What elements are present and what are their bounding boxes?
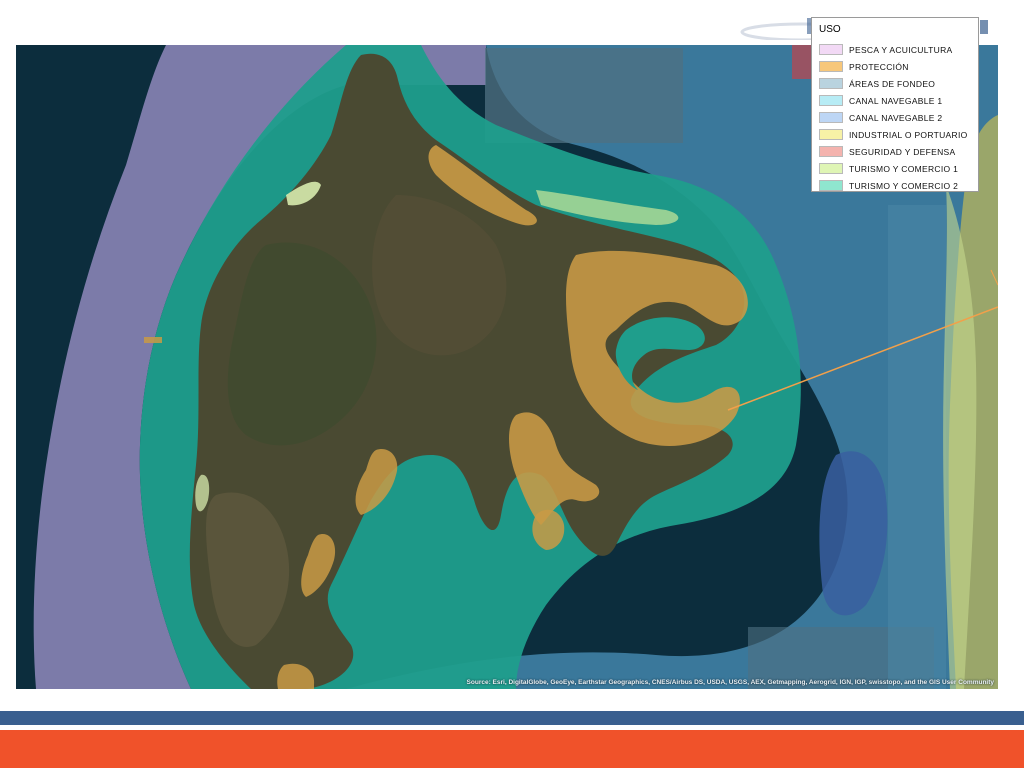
legend-title: USO	[819, 24, 841, 35]
footer-band-orange	[0, 730, 1024, 768]
map-attribution: Source: Esri, DigitalGlobe, GeoEye, Eart…	[466, 679, 994, 686]
legend-label: CANAL NAVEGABLE 2	[849, 112, 943, 123]
legend-swatch	[819, 44, 843, 55]
legend-label: TURISMO Y COMERCIO 2	[849, 180, 959, 191]
legend-swatch	[819, 180, 843, 191]
legend-item: CANAL NAVEGABLE 1	[819, 92, 978, 109]
legend-label: PROTECCIÓN	[849, 61, 909, 72]
legend-list: PESCA Y ACUICULTURA PROTECCIÓN ÁREAS DE FO…	[819, 41, 978, 194]
legend-label: TURISMO Y COMERCIO 1	[849, 163, 959, 174]
legend-swatch	[819, 163, 843, 174]
legend-swatch	[819, 146, 843, 157]
legend-item: SEGURIDAD Y DEFENSA	[819, 143, 978, 160]
legend-label: SEGURIDAD Y DEFENSA	[849, 146, 956, 157]
legend-item: CANAL NAVEGABLE 2	[819, 109, 978, 126]
legend-item: INDUSTRIAL O PORTUARIO	[819, 126, 978, 143]
legend-item: PESCA Y ACUICULTURA	[819, 41, 978, 58]
legend-swatch	[819, 78, 843, 89]
legend-swatch	[819, 95, 843, 106]
legend-item: TURISMO Y COMERCIO 1	[819, 160, 978, 177]
footer-band-blue	[0, 711, 1024, 725]
legend-swatch	[819, 112, 843, 123]
map-legend: USO PESCA Y ACUICULTURA PROTECCIÓN ÁREAS D…	[811, 17, 979, 192]
legend-item: TURISMO Y COMERCIO 2	[819, 177, 978, 194]
legend-label: INDUSTRIAL O PORTUARIO	[849, 129, 968, 140]
canal-strip	[888, 205, 946, 689]
legend-label: ÁREAS DE FONDEO	[849, 78, 936, 89]
legend-swatch	[819, 129, 843, 140]
legend-label: CANAL NAVEGABLE 1	[849, 95, 943, 106]
legend-item: ÁREAS DE FONDEO	[819, 75, 978, 92]
proteccion-zone-west	[144, 337, 162, 343]
slide: Source: Esri, DigitalGlobe, GeoEye, Eart…	[0, 0, 1024, 768]
legend-swatch	[819, 61, 843, 72]
legend-item: PROTECCIÓN	[819, 58, 978, 75]
legend-label: PESCA Y ACUICULTURA	[849, 44, 953, 55]
fondeo-area-north	[485, 48, 683, 143]
